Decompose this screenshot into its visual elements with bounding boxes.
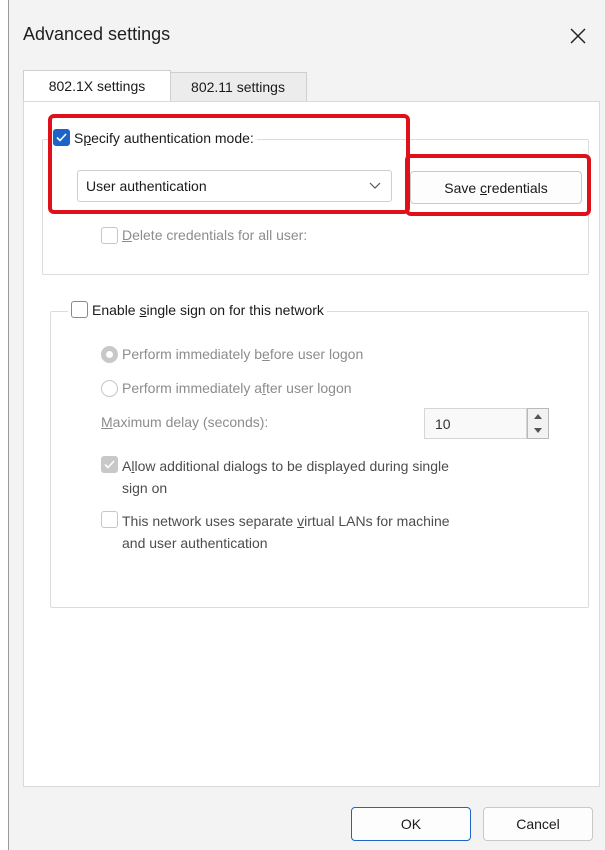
- ok-label: OK: [400, 816, 422, 832]
- after-logon-radio-row[interactable]: Perform immediately after user logon: [101, 380, 352, 397]
- separate-vlans-checkbox-row[interactable]: This network uses separate virtual LANs …: [101, 510, 571, 554]
- advanced-settings-dialog: Advanced settings 802.1X settings 802.11…: [8, 0, 605, 850]
- checkmark-icon: [104, 460, 115, 469]
- enable-sso-checkbox[interactable]: [71, 301, 88, 318]
- cancel-label: Cancel: [516, 816, 560, 832]
- max-delay-spinner[interactable]: [527, 408, 549, 439]
- delete-credentials-checkbox-row[interactable]: Delete credentials for all user:: [101, 227, 307, 244]
- spin-up-icon: [534, 413, 542, 419]
- after-logon-radio[interactable]: [101, 380, 118, 397]
- max-delay-value: 10: [435, 415, 451, 432]
- dialog-footer: OK Cancel: [9, 785, 605, 850]
- ok-button[interactable]: OK: [351, 807, 471, 841]
- highlight-auth-mode: [48, 114, 410, 214]
- before-logon-radio-row[interactable]: Perform immediately before user logon: [101, 346, 363, 363]
- after-logon-label: Perform immediately after user logon: [122, 380, 352, 396]
- tab-8021x-settings[interactable]: 802.1X settings: [23, 70, 171, 101]
- spin-up-button[interactable]: [528, 409, 548, 424]
- enable-sso-label: Enable single sign on for this network: [92, 301, 324, 318]
- allow-dialogs-checkbox-row[interactable]: Allow additional dialogs to be displayed…: [101, 455, 571, 499]
- allow-dialogs-checkbox[interactable]: [101, 456, 118, 473]
- separate-vlans-label: This network uses separate virtual LANs …: [122, 513, 450, 551]
- tab-panel-8021x: Specify authentication mode: User authen…: [23, 101, 600, 787]
- separate-vlans-checkbox[interactable]: [101, 511, 118, 528]
- tab-label: 802.11 settings: [191, 79, 285, 95]
- close-icon: [570, 28, 586, 44]
- tab-80211-settings[interactable]: 802.11 settings: [169, 72, 307, 101]
- delete-credentials-label: Delete credentials for all user:: [122, 227, 308, 243]
- highlight-save-credentials: [405, 154, 591, 216]
- before-logon-radio[interactable]: [101, 346, 118, 363]
- spin-down-icon: [534, 428, 542, 434]
- enable-sso-checkbox-row[interactable]: Enable single sign on for this network: [68, 301, 327, 318]
- close-button[interactable]: [560, 18, 596, 54]
- before-logon-label: Perform immediately before user logon: [122, 346, 364, 362]
- dialog-title: Advanced settings: [23, 24, 171, 44]
- title-bar: Advanced settings: [9, 0, 605, 68]
- max-delay-input[interactable]: 10: [424, 408, 527, 439]
- cancel-button[interactable]: Cancel: [483, 807, 593, 841]
- tab-label: 802.1X settings: [48, 78, 146, 94]
- max-delay-label: Maximum delay (seconds):: [101, 414, 269, 430]
- spin-down-button[interactable]: [528, 424, 548, 439]
- allow-dialogs-label: Allow additional dialogs to be displayed…: [122, 458, 449, 496]
- delete-credentials-checkbox[interactable]: [101, 227, 118, 244]
